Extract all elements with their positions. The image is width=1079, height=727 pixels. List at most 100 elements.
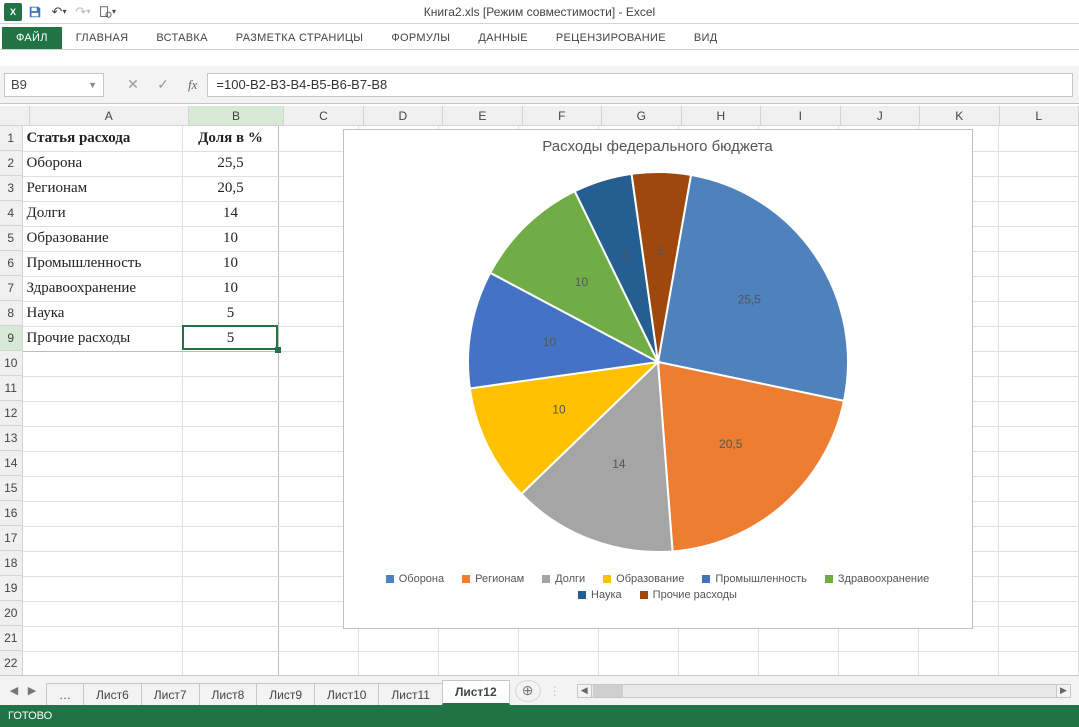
row-header-13[interactable]: 13: [0, 426, 23, 451]
row-header-5[interactable]: 5: [0, 226, 23, 251]
cell-B20[interactable]: [183, 601, 279, 626]
cell-J21[interactable]: [839, 626, 919, 651]
cell-A20[interactable]: [23, 601, 183, 626]
cell-B18[interactable]: [183, 551, 279, 576]
horizontal-scrollbar[interactable]: ◀ ▶: [577, 684, 1071, 698]
embedded-chart[interactable]: Расходы федерального бюджета 25,520,5141…: [343, 129, 973, 629]
row-header-19[interactable]: 19: [0, 576, 23, 601]
sheet-tab-Лист6[interactable]: Лист6: [83, 683, 142, 706]
cell-B7[interactable]: 10: [183, 276, 279, 301]
cell-B4[interactable]: 14: [183, 201, 279, 226]
row-header-3[interactable]: 3: [0, 176, 23, 201]
cell-A2[interactable]: Оборона: [23, 151, 183, 176]
col-header-I[interactable]: I: [761, 106, 840, 125]
cell-A18[interactable]: [23, 551, 183, 576]
sheet-tab-Лист7[interactable]: Лист7: [141, 683, 200, 706]
cell-K22[interactable]: [919, 651, 999, 675]
cell-B19[interactable]: [183, 576, 279, 601]
col-header-J[interactable]: J: [841, 106, 920, 125]
row-header-8[interactable]: 8: [0, 301, 23, 326]
cell-C21[interactable]: [279, 626, 359, 651]
sheet-tab-Лист11[interactable]: Лист11: [378, 683, 443, 706]
cell-L2[interactable]: [999, 151, 1079, 176]
cell-B8[interactable]: 5: [183, 301, 279, 326]
ribbon-tab-разметка страницы[interactable]: РАЗМЕТКА СТРАНИЦЫ: [222, 27, 378, 49]
row-header-10[interactable]: 10: [0, 351, 23, 376]
cell-A5[interactable]: Образование: [23, 226, 183, 251]
cell-L10[interactable]: [999, 351, 1079, 376]
col-header-D[interactable]: D: [364, 106, 443, 125]
ribbon-tab-формулы[interactable]: ФОРМУЛЫ: [377, 27, 464, 49]
undo-button[interactable]: ↶▾: [48, 2, 70, 22]
cell-E21[interactable]: [439, 626, 519, 651]
col-header-H[interactable]: H: [682, 106, 761, 125]
cell-B9[interactable]: 5: [183, 326, 279, 351]
col-header-A[interactable]: A: [30, 106, 189, 125]
cell-B6[interactable]: 10: [183, 251, 279, 276]
cell-A12[interactable]: [23, 401, 183, 426]
ribbon-tab-главная[interactable]: ГЛАВНАЯ: [62, 27, 143, 49]
cell-A16[interactable]: [23, 501, 183, 526]
cell-L18[interactable]: [999, 551, 1079, 576]
cell-H21[interactable]: [679, 626, 759, 651]
accept-formula-button[interactable]: ✓: [152, 74, 174, 96]
redo-button[interactable]: ↷▾: [72, 2, 94, 22]
cell-L20[interactable]: [999, 601, 1079, 626]
row-header-7[interactable]: 7: [0, 276, 23, 301]
cell-L11[interactable]: [999, 376, 1079, 401]
cell-A21[interactable]: [23, 626, 183, 651]
cell-A17[interactable]: [23, 526, 183, 551]
formula-input[interactable]: =100-B2-B3-B4-B5-B6-B7-B8: [207, 73, 1073, 97]
ribbon-tab-вид[interactable]: ВИД: [680, 27, 732, 49]
row-header-11[interactable]: 11: [0, 376, 23, 401]
cell-L13[interactable]: [999, 426, 1079, 451]
row-header-16[interactable]: 16: [0, 501, 23, 526]
cell-L4[interactable]: [999, 201, 1079, 226]
cell-A3[interactable]: Регионам: [23, 176, 183, 201]
cell-B10[interactable]: [183, 351, 279, 376]
cell-L1[interactable]: [999, 126, 1079, 151]
cell-A4[interactable]: Долги: [23, 201, 183, 226]
row-header-18[interactable]: 18: [0, 551, 23, 576]
cell-L7[interactable]: [999, 276, 1079, 301]
cell-L16[interactable]: [999, 501, 1079, 526]
cell-A14[interactable]: [23, 451, 183, 476]
chevron-down-icon[interactable]: ▼: [88, 80, 97, 90]
cell-F21[interactable]: [519, 626, 599, 651]
cell-J22[interactable]: [839, 651, 919, 675]
col-header-B[interactable]: B: [189, 106, 284, 125]
scroll-left-icon[interactable]: ◀: [578, 685, 592, 697]
cell-B22[interactable]: [183, 651, 279, 675]
sheet-tab-Лист9[interactable]: Лист9: [256, 683, 315, 706]
cell-A6[interactable]: Промышленность: [23, 251, 183, 276]
row-header-21[interactable]: 21: [0, 626, 23, 651]
fx-icon[interactable]: fx: [188, 77, 197, 93]
sheet-nav-prev[interactable]: ◀: [6, 684, 22, 697]
cell-L12[interactable]: [999, 401, 1079, 426]
cell-L5[interactable]: [999, 226, 1079, 251]
print-preview-button[interactable]: ▾: [96, 2, 118, 22]
col-header-F[interactable]: F: [523, 106, 602, 125]
cell-A22[interactable]: [23, 651, 183, 675]
row-header-15[interactable]: 15: [0, 476, 23, 501]
cell-B17[interactable]: [183, 526, 279, 551]
name-box[interactable]: B9 ▼: [4, 73, 104, 97]
cell-A9[interactable]: Прочие расходы: [23, 326, 183, 351]
cell-A15[interactable]: [23, 476, 183, 501]
cell-G21[interactable]: [599, 626, 679, 651]
cell-B21[interactable]: [183, 626, 279, 651]
cell-G22[interactable]: [599, 651, 679, 675]
cell-E22[interactable]: [439, 651, 519, 675]
cell-L21[interactable]: [999, 626, 1079, 651]
cell-B13[interactable]: [183, 426, 279, 451]
cell-L8[interactable]: [999, 301, 1079, 326]
cell-D21[interactable]: [359, 626, 439, 651]
cell-A7[interactable]: Здравоохранение: [23, 276, 183, 301]
cell-L19[interactable]: [999, 576, 1079, 601]
save-button[interactable]: [24, 2, 46, 22]
col-header-G[interactable]: G: [602, 106, 681, 125]
ribbon-tab-рецензирование[interactable]: РЕЦЕНЗИРОВАНИЕ: [542, 27, 680, 49]
ribbon-tab-вставка[interactable]: ВСТАВКА: [142, 27, 221, 49]
row-header-2[interactable]: 2: [0, 151, 23, 176]
row-header-4[interactable]: 4: [0, 201, 23, 226]
